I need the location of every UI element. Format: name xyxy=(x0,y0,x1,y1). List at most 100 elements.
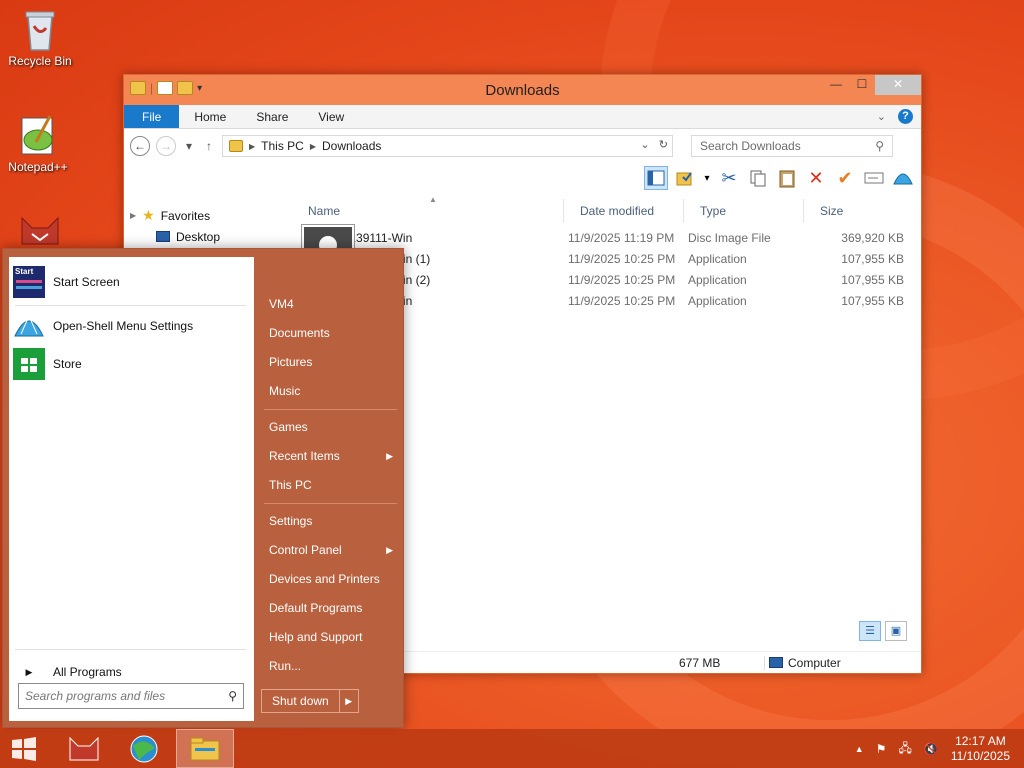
all-programs-label: All Programs xyxy=(53,665,122,679)
file-type: Application xyxy=(688,252,747,266)
nav-item-desktop[interactable]: Desktop xyxy=(130,226,280,247)
maximize-button[interactable]: ☐ xyxy=(849,75,875,95)
clock[interactable]: 12:17 AM 11/10/2025 xyxy=(951,734,1010,764)
tab-view[interactable]: View xyxy=(303,105,359,128)
start-menu: Start Start Screen Open-Shell Menu Setti… xyxy=(2,248,404,728)
breadcrumb-downloads[interactable]: Downloads xyxy=(322,139,381,153)
tab-file[interactable]: File xyxy=(124,105,180,128)
title-bar[interactable]: | ▾ Downloads — ☐ ✕ xyxy=(124,75,921,105)
start-link-control-panel[interactable]: Control Panel ▶ xyxy=(266,537,397,563)
folder-icon xyxy=(229,140,243,152)
start-item-start-screen[interactable]: Start Start Screen xyxy=(13,263,250,301)
delete-icon[interactable]: ✕ xyxy=(804,166,828,190)
column-date-modified[interactable]: Date modified xyxy=(564,199,684,223)
start-button[interactable] xyxy=(0,729,48,768)
file-size: 369,920 KB xyxy=(841,231,904,245)
cut-icon[interactable]: ✂ xyxy=(717,166,741,190)
start-link-music[interactable]: Music xyxy=(266,378,397,404)
dropdown-icon[interactable]: ▾ xyxy=(702,166,712,190)
volume-muted-icon[interactable]: 🔇 xyxy=(924,742,939,756)
status-location: Computer xyxy=(788,656,841,670)
nav-label: Favorites xyxy=(160,208,211,223)
taskbar-app-fox[interactable] xyxy=(58,729,110,768)
start-link-pictures[interactable]: Pictures xyxy=(266,349,397,375)
search-icon: ⚲ xyxy=(228,689,237,703)
file-row[interactable]: 44-139111-Win 11/9/2025 11:19 PM Disc Im… xyxy=(292,228,913,249)
clock-time: 12:17 AM xyxy=(955,734,1006,748)
search-input[interactable]: Search Downloads ⚲ xyxy=(691,135,893,157)
desktop-icon-recycle-bin[interactable]: Recycle Bin xyxy=(0,6,80,68)
status-size: 677 MB xyxy=(679,656,721,670)
shutdown-button[interactable]: Shut down xyxy=(262,690,340,712)
file-date: 11/9/2025 10:25 PM xyxy=(568,252,676,266)
paste-icon[interactable] xyxy=(775,166,799,190)
navigation-pane: ▶ ★ Favorites Desktop xyxy=(130,205,280,247)
back-button[interactable]: ← xyxy=(130,136,150,156)
folder-options-icon[interactable] xyxy=(673,166,697,190)
column-type[interactable]: Type xyxy=(684,199,804,223)
file-size: 107,955 KB xyxy=(841,252,904,266)
shutdown-options-icon[interactable]: ▶ xyxy=(340,690,358,712)
start-search-placeholder: Search programs and files xyxy=(25,689,166,703)
desktop-icon-notepadpp[interactable]: Notepad++ xyxy=(0,112,78,174)
system-tray: ▲ ⚑ 🖧 🔇 12:17 AM 11/10/2025 xyxy=(855,734,1010,764)
recent-locations-icon[interactable]: ▾ xyxy=(182,139,196,153)
preview-pane-icon[interactable] xyxy=(644,166,668,190)
action-center-flag-icon[interactable]: ⚑ xyxy=(876,742,887,756)
up-button[interactable]: ↑ xyxy=(202,139,216,153)
start-menu-places: VM4 Documents Pictures Music Games Recen… xyxy=(258,249,403,727)
rename-icon[interactable] xyxy=(862,166,886,190)
large-icons-view-icon[interactable]: ▣ xyxy=(885,621,907,641)
separator xyxy=(15,649,246,650)
start-link-games[interactable]: Games xyxy=(266,414,397,440)
windows-logo-icon xyxy=(12,736,36,761)
nav-label: Desktop xyxy=(176,229,221,244)
divider xyxy=(764,656,765,670)
recycle-bin-icon xyxy=(18,6,62,51)
breadcrumb-this-pc[interactable]: This PC xyxy=(261,139,304,153)
start-link-label: Control Panel xyxy=(269,543,342,557)
address-bar[interactable]: ▶ This PC ▶ Downloads ⌄ ↻ xyxy=(222,135,673,157)
column-size[interactable]: Size xyxy=(804,199,884,223)
help-icon[interactable]: ? xyxy=(898,109,913,124)
start-item-store[interactable]: Store xyxy=(13,345,250,383)
network-icon[interactable]: 🖧 xyxy=(898,739,911,760)
nav-item-favorites[interactable]: ▶ ★ Favorites xyxy=(130,205,280,226)
properties-check-icon[interactable]: ✔ xyxy=(833,166,857,190)
chevron-right-icon[interactable]: ▶ xyxy=(130,211,136,220)
chevron-right-icon: ▶ xyxy=(25,666,33,677)
window-title: Downloads xyxy=(485,82,560,99)
chevron-right-icon[interactable]: ▶ xyxy=(310,142,316,151)
open-shell-icon[interactable] xyxy=(891,166,915,190)
start-search-input[interactable]: Search programs and files ⚲ xyxy=(18,683,244,709)
taskbar-app-explorer[interactable] xyxy=(176,729,234,768)
chevron-right-icon[interactable]: ▶ xyxy=(249,142,255,151)
address-bar-row: ← → ▾ ↑ ▶ This PC ▶ Downloads ⌄ ↻ Search… xyxy=(124,129,921,163)
minimize-button[interactable]: — xyxy=(823,75,849,95)
ribbon-tabs: File Home Share View ⌄ ? xyxy=(124,105,921,129)
start-link-documents[interactable]: Documents xyxy=(266,320,397,346)
start-link-recent-items[interactable]: Recent Items ▶ xyxy=(266,443,397,469)
taskbar-app-browser[interactable] xyxy=(118,729,170,768)
start-link-default-programs[interactable]: Default Programs xyxy=(266,595,397,621)
start-link-devices-printers[interactable]: Devices and Printers xyxy=(266,566,397,592)
forward-button[interactable]: → xyxy=(156,136,176,156)
tab-share[interactable]: Share xyxy=(241,105,303,128)
start-link-help-support[interactable]: Help and Support xyxy=(266,624,397,650)
start-link-this-pc[interactable]: This PC xyxy=(266,472,397,498)
address-dropdown-icon[interactable]: ⌄ ↻ xyxy=(640,138,668,151)
start-menu-programs: Start Start Screen Open-Shell Menu Setti… xyxy=(9,257,254,721)
copy-icon[interactable] xyxy=(746,166,770,190)
column-name[interactable]: Name xyxy=(292,199,564,223)
expand-ribbon-icon[interactable]: ⌄ xyxy=(877,110,886,123)
clock-date: 11/10/2025 xyxy=(950,749,1010,763)
start-link-run[interactable]: Run... xyxy=(266,653,397,679)
start-link-vm4[interactable]: VM4 xyxy=(266,291,397,317)
close-button[interactable]: ✕ xyxy=(875,75,921,95)
start-link-settings[interactable]: Settings xyxy=(266,508,397,534)
tab-home[interactable]: Home xyxy=(179,105,241,128)
show-hidden-icons-icon[interactable]: ▲ xyxy=(855,744,864,754)
search-placeholder: Search Downloads xyxy=(700,139,801,153)
details-view-icon[interactable]: ☰ xyxy=(859,621,881,641)
start-item-open-shell-settings[interactable]: Open-Shell Menu Settings xyxy=(13,307,250,345)
